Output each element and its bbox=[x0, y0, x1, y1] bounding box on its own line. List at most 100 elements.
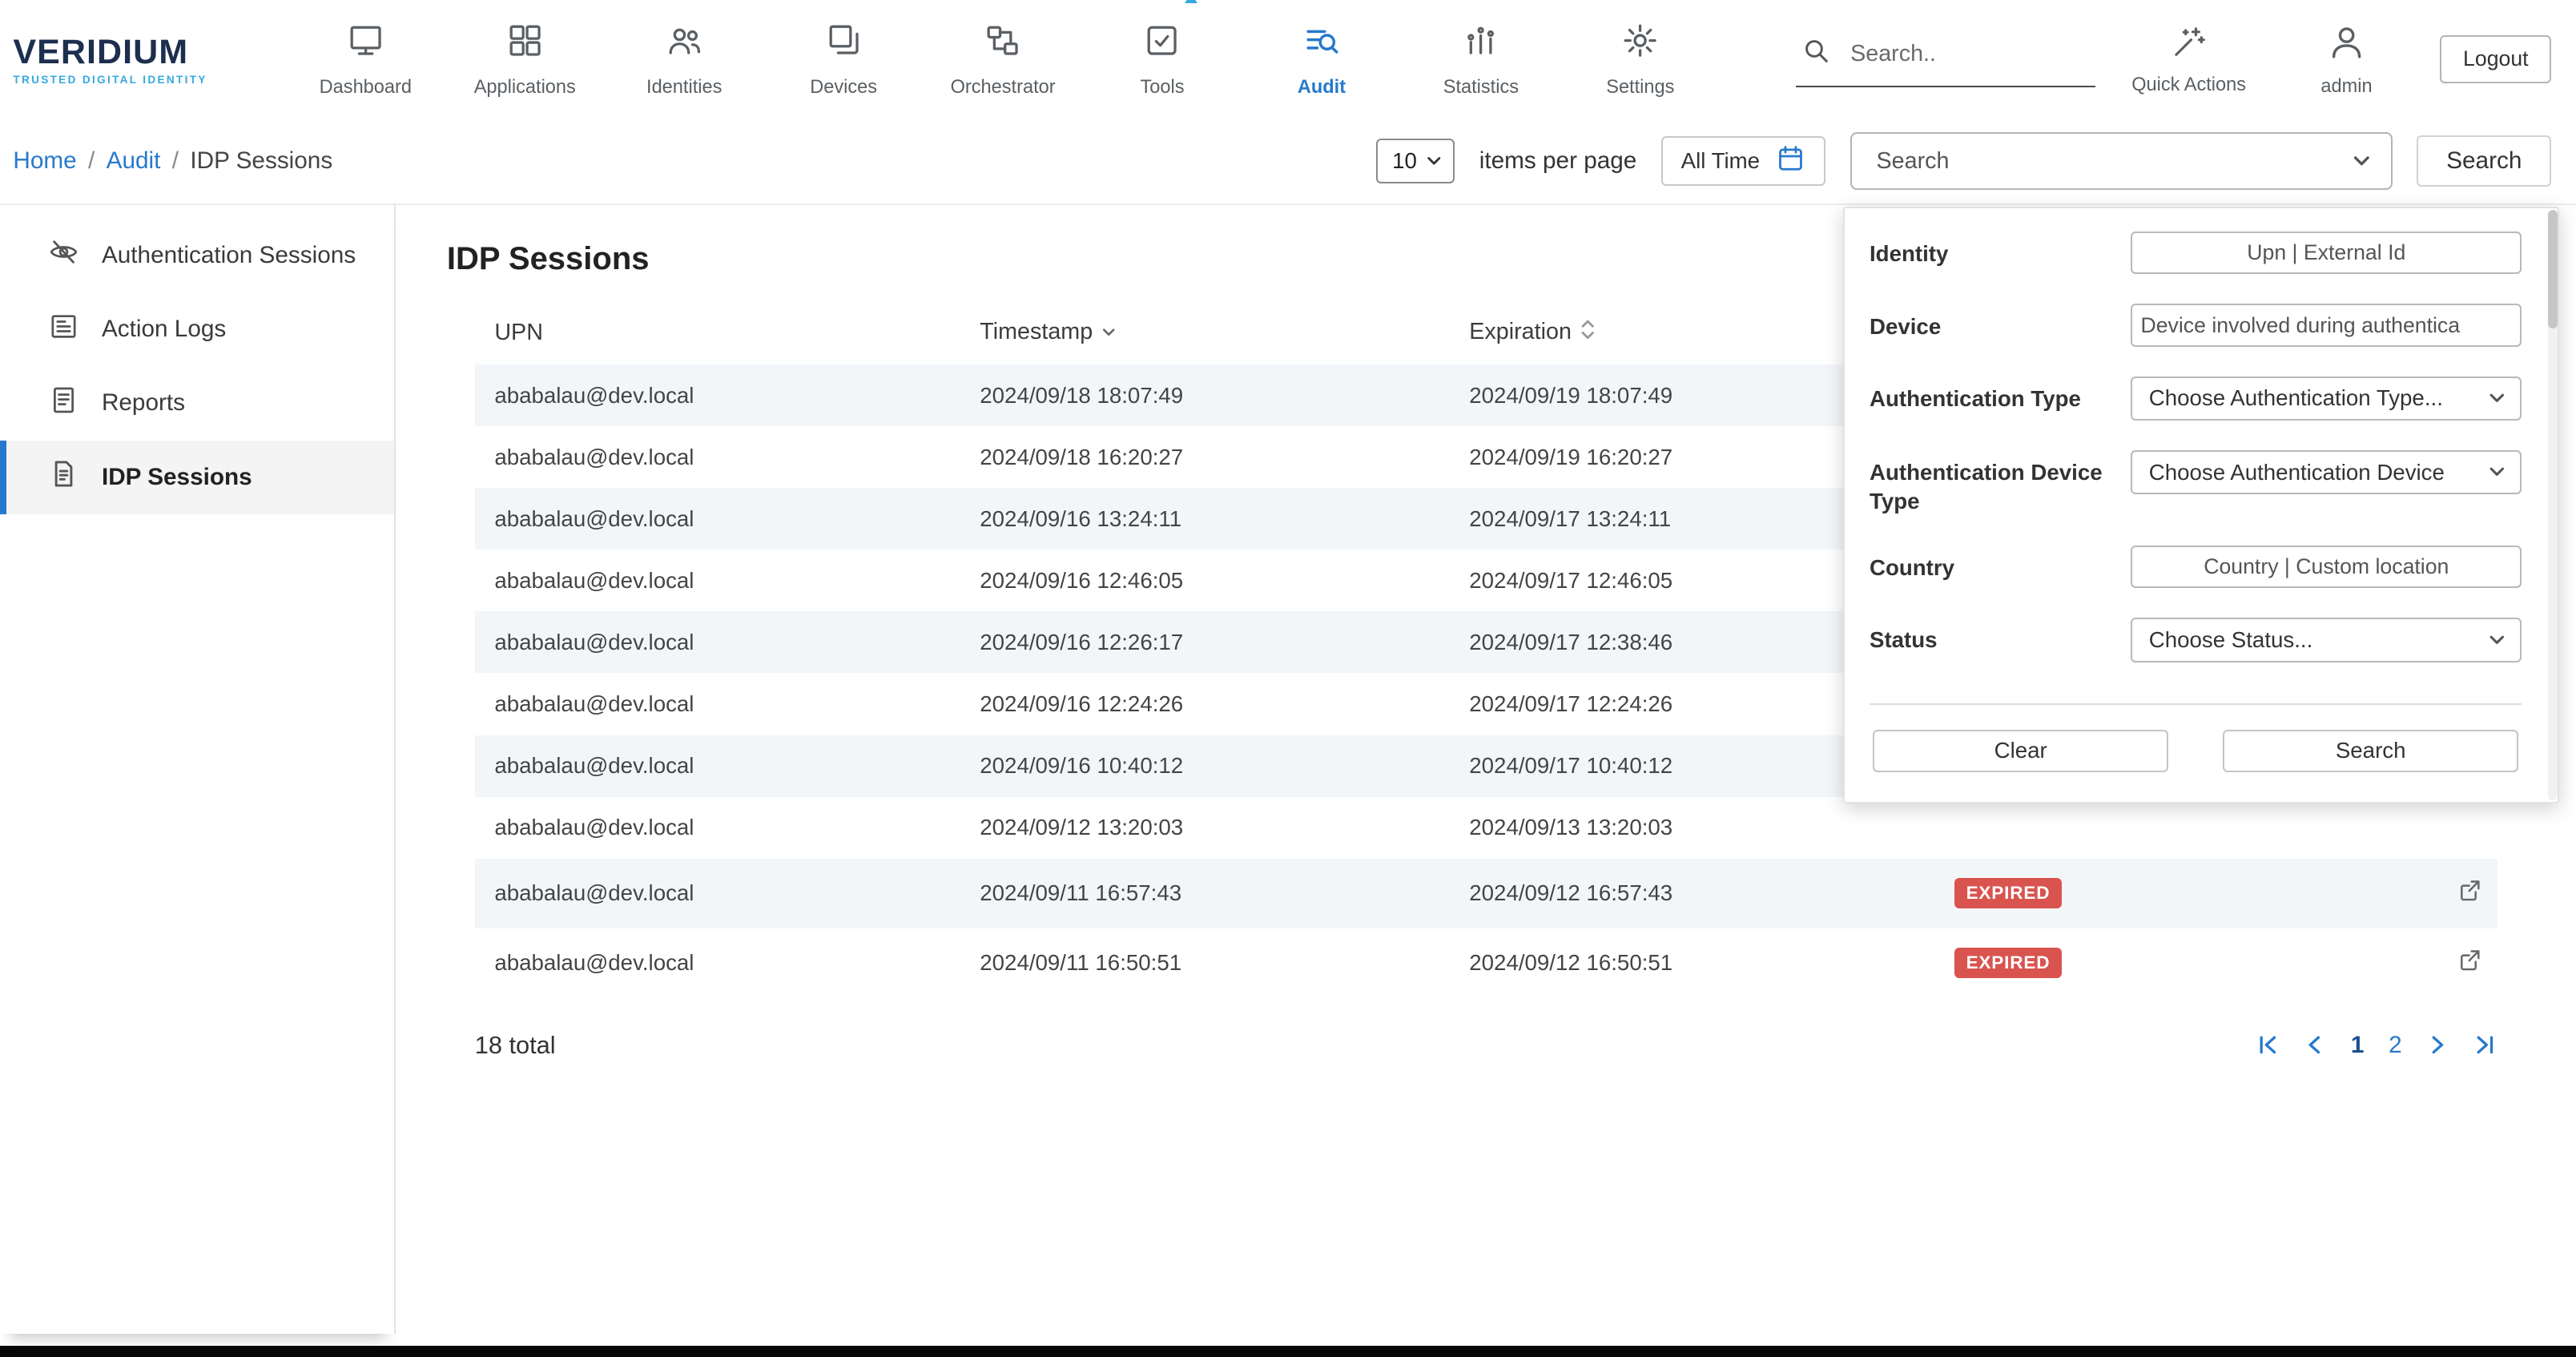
external-link-icon[interactable] bbox=[2456, 876, 2484, 904]
audit-icon bbox=[1302, 21, 1341, 66]
toolbar-row: Home / Audit / IDP Sessions 10 items per… bbox=[0, 119, 2576, 206]
country-input[interactable] bbox=[2131, 546, 2522, 588]
authentication-device-type-select[interactable]: Choose Authentication Device bbox=[2131, 450, 2522, 494]
status-cell bbox=[1935, 797, 2413, 859]
filter-clear-button[interactable]: Clear bbox=[1873, 730, 2168, 772]
nav-item-audit[interactable]: Audit bbox=[1242, 0, 1401, 119]
scrollbar-thumb[interactable] bbox=[2548, 210, 2558, 328]
time-filter-label: All Time bbox=[1681, 148, 1760, 174]
sidebar-item-idp-sessions[interactable]: IDP Sessions bbox=[0, 441, 394, 514]
authentication-type-value: Choose Authentication Type... bbox=[2149, 385, 2443, 411]
sessions-icon bbox=[47, 457, 80, 497]
breadcrumb-current: IDP Sessions bbox=[190, 147, 332, 175]
upn-cell: ababalau@dev.local bbox=[475, 928, 960, 998]
column-header-timestamp[interactable]: Timestamp bbox=[960, 297, 1450, 364]
primary-nav: Dashboard Applications Identities Device… bbox=[286, 0, 1720, 119]
nav-item-devices[interactable]: Devices bbox=[764, 0, 924, 119]
identity-label: Identity bbox=[1870, 232, 2119, 268]
identities-icon bbox=[665, 21, 704, 66]
timestamp-cell: 2024/09/16 12:46:05 bbox=[960, 550, 1450, 611]
nav-item-applications[interactable]: Applications bbox=[445, 0, 605, 119]
first-page-button[interactable] bbox=[2256, 1033, 2279, 1057]
next-page-button[interactable] bbox=[2426, 1033, 2449, 1057]
sort-desc-icon bbox=[1101, 320, 1117, 345]
sidebar-item-label: IDP Sessions bbox=[102, 464, 252, 491]
quick-actions-button[interactable]: Quick Actions bbox=[2125, 23, 2253, 95]
pagination: 1 2 bbox=[2256, 1032, 2498, 1059]
filter-search-button[interactable]: Search bbox=[2223, 730, 2518, 772]
sidebar-item-reports[interactable]: Reports bbox=[0, 366, 394, 440]
nav-item-orchestrator[interactable]: Orchestrator bbox=[924, 0, 1083, 119]
authentication-type-select[interactable]: Choose Authentication Type... bbox=[2131, 376, 2522, 421]
sidebar-item-label: Action Logs bbox=[102, 316, 226, 343]
user-icon bbox=[2326, 22, 2367, 67]
breadcrumb-separator: / bbox=[88, 147, 95, 175]
filter-row-authentication-device-type: Authentication Device Type Choose Authen… bbox=[1870, 450, 2522, 516]
table-controls: 10 items per page All Time Search bbox=[1376, 132, 2552, 190]
breadcrumb-home-link[interactable]: Home bbox=[13, 147, 76, 175]
page-number-2[interactable]: 2 bbox=[2389, 1032, 2402, 1059]
global-search-input[interactable] bbox=[1847, 39, 2061, 69]
upn-cell: ababalau@dev.local bbox=[475, 426, 960, 488]
timestamp-cell: 2024/09/18 16:20:27 bbox=[960, 426, 1450, 488]
table-row[interactable]: ababalau@dev.local 2024/09/11 16:50:51 2… bbox=[475, 928, 2498, 998]
external-link-icon[interactable] bbox=[2456, 946, 2484, 974]
expiration-cell: 2024/09/12 16:57:43 bbox=[1450, 859, 1935, 928]
column-header-upn[interactable]: UPN bbox=[475, 297, 960, 364]
statistics-icon bbox=[1461, 21, 1500, 66]
top-navigation-bar: VERIDIUM TRUSTED DIGITAL IDENTITY Dashbo… bbox=[0, 0, 2576, 119]
orchestrator-icon bbox=[983, 21, 1022, 66]
topbar-right: Quick Actions admin Logout bbox=[1796, 22, 2551, 98]
last-page-button[interactable] bbox=[2474, 1033, 2498, 1057]
sidebar-item-label: Reports bbox=[102, 389, 185, 417]
upn-cell: ababalau@dev.local bbox=[475, 797, 960, 859]
previous-page-button[interactable] bbox=[2303, 1033, 2326, 1057]
nav-item-identities[interactable]: Identities bbox=[605, 0, 764, 119]
chevron-down-icon bbox=[2487, 630, 2507, 650]
status-badge-expired: EXPIRED bbox=[1954, 948, 2061, 978]
action-cell bbox=[2412, 928, 2497, 998]
filter-row-authentication-type: Authentication Type Choose Authenticatio… bbox=[1870, 376, 2522, 421]
table-row[interactable]: ababalau@dev.local 2024/09/12 13:20:03 2… bbox=[475, 797, 2498, 859]
status-label: Status bbox=[1870, 618, 2119, 654]
authentication-device-type-label: Authentication Device Type bbox=[1870, 450, 2119, 516]
breadcrumb-audit-link[interactable]: Audit bbox=[107, 147, 161, 175]
brand-tagline: TRUSTED DIGITAL IDENTITY bbox=[13, 74, 243, 86]
dashboard-icon bbox=[346, 21, 385, 66]
table-search-box bbox=[1850, 132, 2393, 190]
expiration-cell: 2024/09/13 13:20:03 bbox=[1450, 797, 1935, 859]
upn-cell: ababalau@dev.local bbox=[475, 673, 960, 735]
action-cell bbox=[2412, 859, 2497, 928]
timestamp-cell: 2024/09/18 18:07:49 bbox=[960, 364, 1450, 426]
table-row[interactable]: ababalau@dev.local 2024/09/11 16:57:43 2… bbox=[475, 859, 2498, 928]
page-number-1[interactable]: 1 bbox=[2351, 1032, 2365, 1059]
nav-item-settings[interactable]: Settings bbox=[1560, 0, 1720, 119]
brand-logo[interactable]: VERIDIUM TRUSTED DIGITAL IDENTITY bbox=[13, 33, 243, 86]
expiration-cell: 2024/09/12 16:50:51 bbox=[1450, 928, 1935, 998]
identity-input[interactable] bbox=[2131, 232, 2522, 274]
page-size-select[interactable]: 10 bbox=[1376, 139, 1455, 183]
calendar-icon bbox=[1775, 143, 1806, 179]
device-input[interactable] bbox=[2131, 304, 2522, 346]
filter-divider bbox=[1870, 703, 2522, 705]
nav-item-dashboard[interactable]: Dashboard bbox=[286, 0, 445, 119]
upn-cell: ababalau@dev.local bbox=[475, 735, 960, 797]
sidebar-item-authentication-sessions[interactable]: Authentication Sessions bbox=[0, 219, 394, 292]
items-per-page-label: items per page bbox=[1479, 147, 1637, 175]
chevron-down-icon bbox=[2487, 462, 2507, 482]
status-select[interactable]: Choose Status... bbox=[2131, 618, 2522, 662]
sidebar-item-action-logs[interactable]: Action Logs bbox=[0, 292, 394, 366]
chevron-down-icon[interactable] bbox=[2351, 151, 2373, 172]
nav-item-tools[interactable]: Tools bbox=[1083, 0, 1242, 119]
timestamp-cell: 2024/09/11 16:50:51 bbox=[960, 928, 1450, 998]
nav-item-statistics[interactable]: Statistics bbox=[1401, 0, 1560, 119]
status-cell: EXPIRED bbox=[1935, 928, 2413, 998]
logout-button[interactable]: Logout bbox=[2440, 35, 2551, 83]
toolbar-search-button[interactable]: Search bbox=[2417, 135, 2551, 187]
table-search-input[interactable] bbox=[1873, 146, 2332, 175]
search-icon bbox=[1800, 34, 1833, 74]
logs-icon bbox=[47, 310, 80, 349]
sidebar: Authentication Sessions Action Logs Repo… bbox=[0, 205, 396, 1334]
time-filter-button[interactable]: All Time bbox=[1661, 136, 1825, 186]
user-menu[interactable]: admin bbox=[2283, 22, 2411, 98]
